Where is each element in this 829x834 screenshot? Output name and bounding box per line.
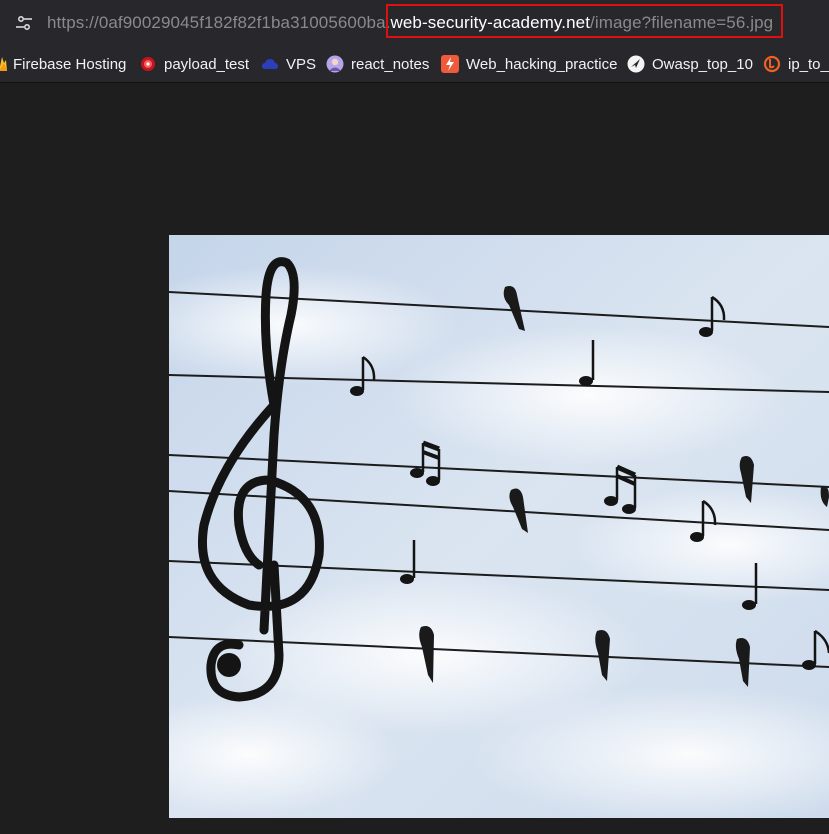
url-prefix: https://0af90029045f182f82f1ba31005600ba…: [47, 13, 391, 32]
cloud-icon: [262, 59, 278, 69]
bookmark-label: react_notes: [351, 55, 430, 73]
bookmark-react-notes[interactable]: react_notes: [326, 54, 429, 74]
avatar-icon: [326, 55, 344, 73]
compass-icon: [627, 55, 645, 73]
bookmark-ip-to-l[interactable]: ip_to_l: [763, 54, 829, 74]
bookmark-label: payload_test: [164, 55, 250, 73]
music-birds-illustration: [169, 235, 829, 818]
firebase-icon: [0, 57, 7, 71]
bookmark-label: Firebase Hosting: [13, 55, 127, 73]
bookmark-vps[interactable]: VPS: [261, 54, 316, 74]
url-highlight-box: [386, 4, 783, 38]
tune-icon[interactable]: [13, 12, 35, 34]
bookmark-payload-test[interactable]: payload_test: [139, 54, 249, 74]
bookmark-firebase-hosting[interactable]: Firebase Hosting: [0, 54, 126, 74]
bookmark-label: ip_to_l: [788, 55, 829, 73]
address-bar[interactable]: https://0af90029045f182f82f1ba31005600ba…: [0, 0, 829, 46]
bitly-icon: [763, 55, 781, 73]
bolt-icon: [441, 55, 459, 73]
bookmark-label: VPS: [286, 55, 317, 73]
bookmarks-bar: Firebase Hosting payload_test VPS react_…: [0, 46, 829, 83]
bookmark-label: Owasp_top_10: [652, 55, 753, 73]
bookmark-web-hacking-practice[interactable]: Web_hacking_practice: [441, 54, 617, 74]
bookmark-owasp-top-10[interactable]: Owasp_top_10: [627, 54, 753, 74]
payload-icon: [141, 57, 155, 71]
displayed-image: [169, 235, 829, 818]
bookmark-label: Web_hacking_practice: [466, 55, 618, 73]
